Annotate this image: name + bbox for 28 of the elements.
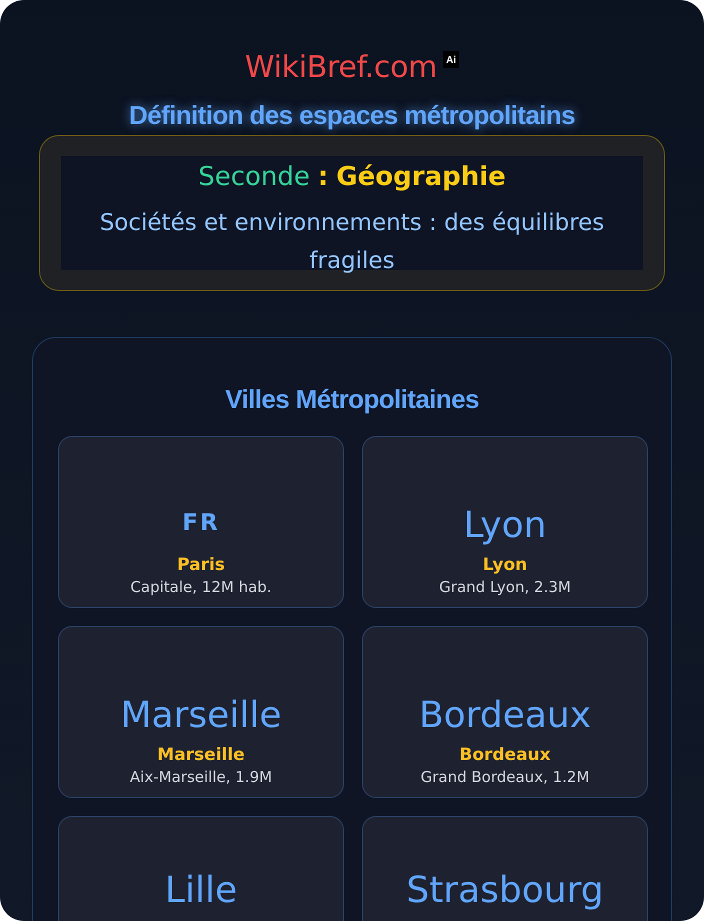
city-name: Bordeaux — [459, 744, 551, 766]
discipline-label: Géographie — [336, 161, 506, 194]
city-detail: Capitale, 12M hab. — [130, 577, 272, 598]
country-code: FR — [182, 509, 220, 538]
city-card[interactable]: Strasbourg — [362, 816, 648, 921]
city-card[interactable]: Bordeaux Bordeaux Grand Bordeaux, 1.2M — [362, 626, 648, 798]
city-card[interactable]: Marseille Marseille Aix-Marseille, 1.9M — [58, 626, 344, 798]
city-detail: Grand Bordeaux, 1.2M — [420, 767, 590, 788]
city-display-name: Lille — [164, 869, 238, 913]
city-display-name: Bordeaux — [418, 694, 592, 738]
ai-badge: Ai — [443, 51, 460, 68]
city-detail: Aix-Marseille, 1.9M — [130, 767, 272, 788]
city-name: Paris — [177, 554, 225, 576]
city-name: Lyon — [482, 554, 528, 576]
city-detail: Grand Lyon, 2.3M — [439, 577, 571, 598]
city-display-name: Marseille — [120, 694, 282, 738]
city-card[interactable]: Lyon Lyon Grand Lyon, 2.3M — [362, 436, 648, 608]
city-card[interactable]: Lille — [58, 816, 344, 921]
theme-text: Sociétés et environnements : des équilibres fragiles — [98, 209, 606, 276]
page-title: Définition des espaces métropolitains — [129, 99, 575, 132]
site-logo[interactable]: WikiBref.com — [244, 48, 438, 88]
level-label: Seconde — [198, 161, 310, 194]
city-card[interactable]: FR Paris Capitale, 12M hab. — [58, 436, 344, 608]
city-display-name: Lyon — [464, 504, 546, 548]
section-heading: Villes Métropolitaines — [224, 383, 480, 416]
city-name: Marseille — [157, 744, 245, 766]
separator-text: : — [318, 161, 328, 194]
city-display-name: Strasbourg — [406, 869, 604, 913]
